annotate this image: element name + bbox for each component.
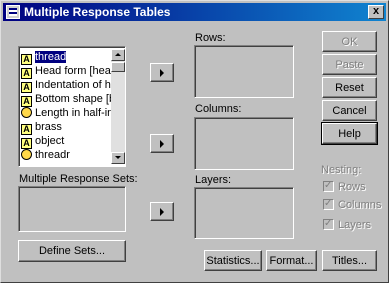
list-item[interactable]: Athread: [21, 50, 67, 65]
columns-label: Columns:: [195, 103, 242, 115]
arrow-right-icon: [160, 69, 164, 77]
dialog-window: Multiple Response Tables x Athread A Head…: [0, 0, 389, 283]
cancel-button[interactable]: Cancel: [322, 100, 377, 121]
variable-list[interactable]: Athread A Head form [head A Indentation of…: [18, 46, 126, 167]
help-button[interactable]: Help: [321, 122, 378, 145]
arrow-down-icon: [115, 156, 121, 159]
reset-button[interactable]: Reset: [322, 77, 377, 98]
checkbox-icon: [323, 218, 334, 230]
move-to-rows-button[interactable]: [150, 63, 174, 82]
list-item[interactable]: Aobject: [21, 134, 64, 149]
scale-variable-icon: [21, 149, 32, 160]
list-item[interactable]: threadr: [21, 148, 70, 162]
move-to-layers-button[interactable]: [150, 202, 174, 221]
move-to-columns-button[interactable]: [150, 134, 174, 153]
mr-sets-label: Multiple Response Sets:: [19, 173, 138, 185]
rows-label: Rows:: [195, 32, 226, 44]
checkbox-icon: [323, 180, 334, 192]
scale-variable-icon: [21, 107, 32, 118]
close-button[interactable]: x: [368, 5, 384, 19]
list-item[interactable]: A Indentation of he: [21, 78, 117, 93]
format-button[interactable]: Format...: [266, 250, 317, 271]
arrow-right-icon: [160, 140, 164, 148]
scroll-up-button[interactable]: [111, 49, 125, 61]
scroll-thumb[interactable]: [111, 62, 125, 72]
titles-button[interactable]: Titles...: [322, 250, 377, 271]
rows-list[interactable]: [194, 45, 294, 98]
arrow-up-icon: [115, 53, 121, 56]
close-icon: x: [372, 5, 380, 17]
nesting-rows-checkbox[interactable]: Rows: [323, 180, 366, 193]
list-scrollbar[interactable]: [111, 49, 125, 164]
list-item[interactable]: Abrass: [21, 120, 62, 135]
nesting-layers-checkbox[interactable]: Layers: [323, 218, 371, 231]
paste-button[interactable]: Paste: [322, 54, 377, 75]
ok-button[interactable]: OK: [322, 31, 377, 52]
layers-list[interactable]: [194, 187, 294, 239]
define-sets-button[interactable]: Define Sets...: [18, 240, 126, 262]
list-item[interactable]: A Head form [head: [21, 64, 117, 79]
arrow-right-icon: [160, 208, 164, 216]
scroll-down-button[interactable]: [111, 152, 125, 164]
nesting-label: Nesting:: [321, 164, 362, 176]
list-item[interactable]: Length in half-inc: [21, 106, 119, 120]
window-title: Multiple Response Tables: [24, 5, 171, 19]
statistics-button[interactable]: Statistics...: [204, 250, 262, 271]
layers-label: Layers:: [195, 174, 232, 186]
app-icon: [6, 5, 20, 19]
title-bar: Multiple Response Tables x: [3, 3, 386, 21]
checkbox-icon: [323, 198, 334, 210]
list-item[interactable]: A Bottom shape [bo: [21, 92, 121, 107]
mr-sets-list[interactable]: [18, 186, 126, 232]
nesting-columns-checkbox[interactable]: Columns: [323, 198, 381, 211]
columns-list[interactable]: [194, 117, 294, 170]
